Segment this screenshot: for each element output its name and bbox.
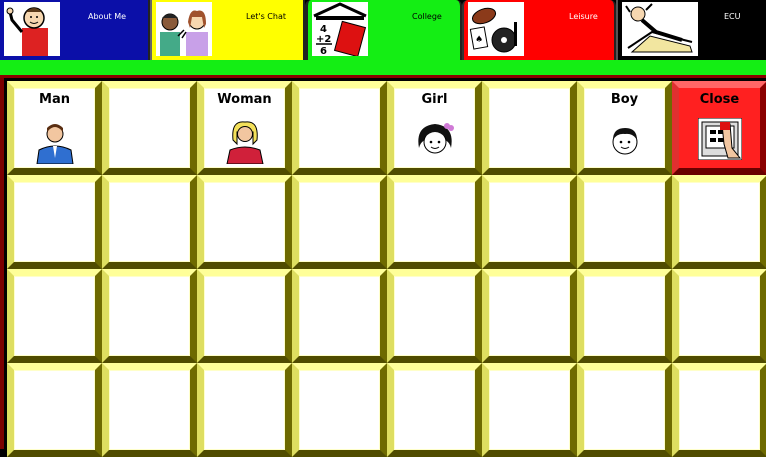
cell-empty[interactable] (102, 175, 197, 269)
cell-empty[interactable] (102, 269, 197, 363)
cell-empty[interactable] (292, 363, 387, 457)
cell-face (110, 371, 189, 449)
cell-label: Man (39, 92, 70, 107)
cell-face (205, 277, 284, 355)
relaxing-person-icon (622, 2, 698, 56)
man-icon (35, 124, 74, 164)
cell-face (680, 183, 759, 261)
cell-face (680, 371, 759, 449)
tab-leisure[interactable]: ♠ Leisure (462, 0, 616, 60)
cell-empty[interactable] (482, 269, 577, 363)
football-cards-music-icon: ♠ (468, 2, 524, 56)
cell-empty[interactable] (197, 175, 292, 269)
cell-face (585, 183, 664, 261)
cell-empty[interactable] (387, 269, 482, 363)
college-math-book-icon: 4 +2 6 (312, 2, 368, 56)
svg-text:♠: ♠ (475, 35, 483, 45)
cell-face (110, 277, 189, 355)
cell-empty[interactable] (197, 269, 292, 363)
tab-label: ECU (724, 12, 741, 21)
two-people-chatting-icon (156, 2, 212, 56)
cell-empty[interactable] (292, 81, 387, 175)
cell-empty[interactable] (482, 363, 577, 457)
cell-empty[interactable] (102, 81, 197, 175)
tab-about-me[interactable]: About Me (0, 0, 150, 60)
cell-face (490, 371, 569, 449)
cell-man[interactable]: Man (7, 81, 102, 175)
woman-icon (225, 121, 264, 164)
cell-face (300, 183, 379, 261)
close-button[interactable]: Close (672, 81, 766, 175)
symbol-grid: Man Woman Girl Boy Close (0, 78, 766, 457)
tab-label: Let's Chat (246, 12, 286, 21)
cell-empty[interactable] (672, 363, 766, 457)
cell-empty[interactable] (292, 175, 387, 269)
cell-empty[interactable] (197, 363, 292, 457)
tab-label: College (412, 12, 442, 21)
cell-empty[interactable] (7, 269, 102, 363)
cell-boy[interactable]: Boy (577, 81, 672, 175)
cell-woman[interactable]: Woman (197, 81, 292, 175)
cell-face (490, 183, 569, 261)
cell-face (205, 371, 284, 449)
cell-label: Boy (610, 92, 639, 107)
cell-face (110, 89, 189, 167)
cell-face (205, 183, 284, 261)
cell-face (395, 183, 474, 261)
cell-face (395, 371, 474, 449)
cell-face (110, 183, 189, 261)
cell-face (490, 89, 569, 167)
tab-ecu[interactable]: ECU (616, 0, 766, 60)
cell-girl[interactable]: Girl (387, 81, 482, 175)
cell-face (490, 277, 569, 355)
cell-face (300, 277, 379, 355)
cell-face (300, 371, 379, 449)
cell-empty[interactable] (672, 175, 766, 269)
cell-empty[interactable] (7, 175, 102, 269)
cell-empty[interactable] (672, 269, 766, 363)
cell-empty[interactable] (387, 175, 482, 269)
cell-empty[interactable] (7, 363, 102, 457)
cell-empty[interactable] (577, 175, 672, 269)
cell-face (585, 277, 664, 355)
cell-empty[interactable] (577, 363, 672, 457)
cell-empty[interactable] (577, 269, 672, 363)
cell-empty[interactable] (482, 175, 577, 269)
category-tabs: About Me Let's Chat 4 +2 6 College ♠ Lei… (0, 0, 766, 60)
svg-text:6: 6 (320, 46, 327, 56)
boy-icon (612, 128, 637, 155)
girl-icon (417, 123, 454, 154)
cell-empty[interactable] (292, 269, 387, 363)
cell-label: Woman (217, 92, 272, 107)
close-device-icon (697, 118, 742, 160)
active-tab-bar (0, 60, 766, 75)
tab-college[interactable]: 4 +2 6 College (305, 0, 462, 60)
tab-label: Leisure (569, 12, 598, 21)
cell-face (15, 277, 94, 355)
cell-face (300, 89, 379, 167)
cell-face (680, 277, 759, 355)
cell-face (395, 277, 474, 355)
cell-face (15, 183, 94, 261)
cell-face (585, 371, 664, 449)
tab-label: About Me (88, 12, 127, 21)
cell-empty[interactable] (387, 363, 482, 457)
cell-empty[interactable] (102, 363, 197, 457)
grid-background: Man Woman Girl Boy Close (4, 78, 766, 457)
cell-label: Close (699, 92, 740, 107)
cell-face (15, 371, 94, 449)
cell-label: Girl (421, 92, 448, 107)
waving-man-icon (4, 2, 60, 56)
cell-empty[interactable] (482, 81, 577, 175)
tab-lets-chat[interactable]: Let's Chat (150, 0, 305, 60)
